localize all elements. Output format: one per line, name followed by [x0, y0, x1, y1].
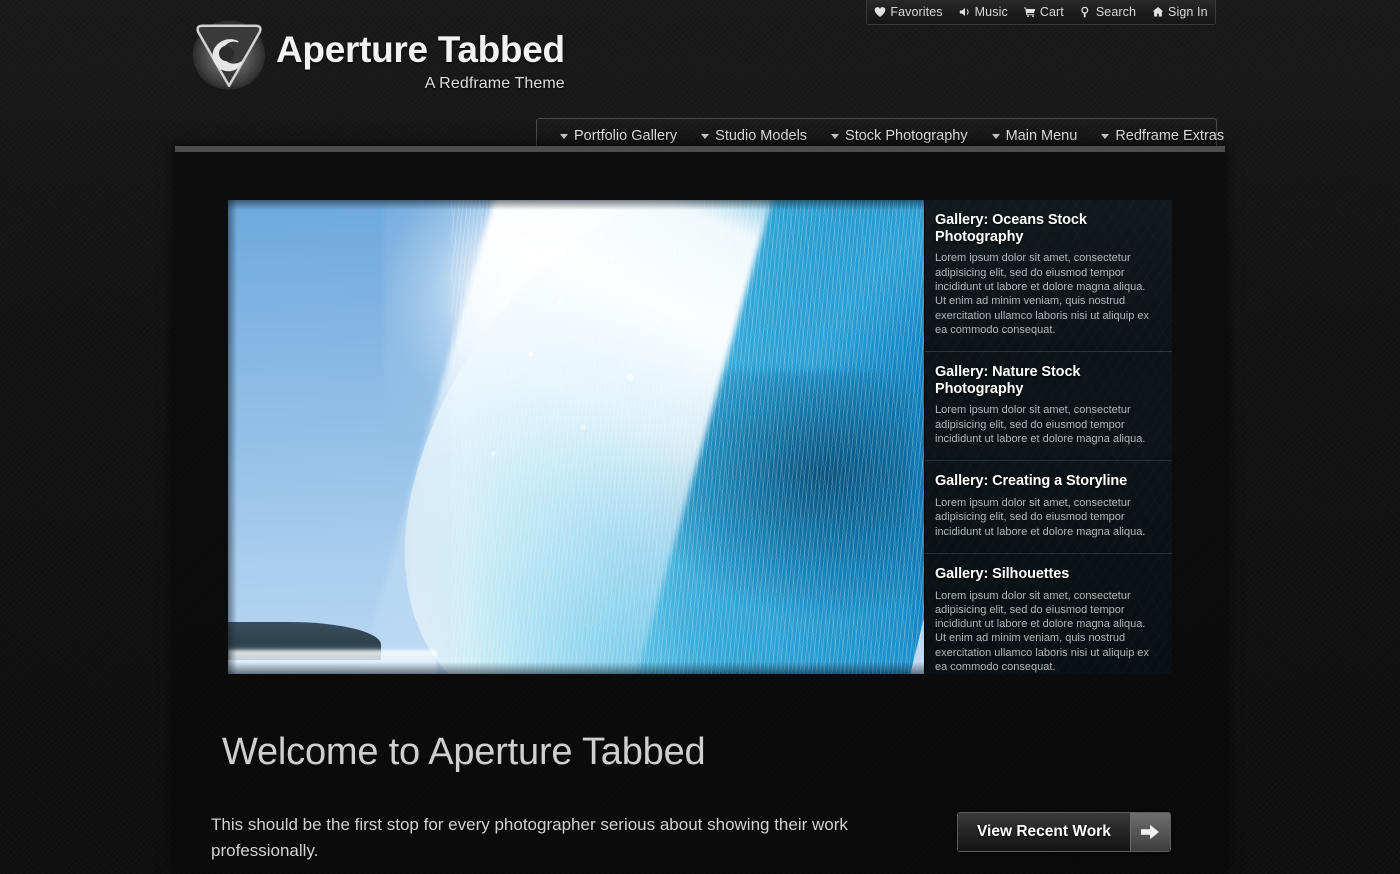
nav-item-label: Main Menu	[1005, 128, 1078, 144]
logo-subtitle: A Redframe Theme	[424, 75, 565, 92]
speaker-icon	[959, 6, 971, 18]
shoreline-foam	[228, 650, 437, 674]
nav-item-label: Portfolio Gallery	[574, 128, 678, 144]
chevron-down-icon	[560, 133, 568, 139]
utility-item-favorites[interactable]: Favorites	[874, 4, 943, 19]
slider-panel-description: Lorem ipsum dolor sit amet, consectetur …	[935, 252, 1149, 336]
slider-panel-title: Gallery: Oceans Stock Photography	[935, 212, 1087, 245]
slider-featured-image[interactable]: Large blue ocean wave cresting with sun …	[228, 200, 924, 674]
slider-panel-item[interactable]: Gallery: Silhouettes Lorem ipsum dolor s…	[925, 554, 1172, 674]
chevron-down-icon	[831, 133, 840, 139]
arrow-right-icon	[1129, 812, 1170, 851]
welcome-section: Welcome to Aperture Tabbed This should b…	[211, 731, 1191, 865]
slider-panel-title: Gallery: Silhouettes	[935, 565, 1070, 582]
aperture-logo-icon	[190, 18, 268, 92]
slider-panel-item[interactable]: Gallery: Nature Stock Photography Lorem …	[925, 352, 1172, 462]
welcome-body-text: This should be the first stop for every …	[211, 814, 848, 861]
magnifier-icon	[1080, 6, 1092, 18]
welcome-body-row: This should be the first stop for every …	[211, 811, 1191, 865]
slider-panel-item[interactable]: Gallery: Oceans Stock Photography Lorem …	[925, 200, 1172, 353]
slider-panel-title: Gallery: Nature Stock Photography	[935, 364, 1081, 397]
nav-item-label: Studio Models	[715, 128, 808, 144]
view-recent-work-label: View Recent Work	[958, 812, 1130, 851]
utility-bar: Favorites Music Cart Search Sign In	[866, 0, 1216, 25]
nav-item-label: Redframe Extras	[1115, 128, 1225, 144]
view-recent-work-button[interactable]: View Recent Work	[957, 811, 1171, 852]
chevron-down-icon	[1101, 133, 1110, 139]
slider-caption-list: Gallery: Oceans Stock Photography Lorem …	[924, 200, 1172, 674]
utility-item-cart[interactable]: Cart	[1023, 4, 1064, 19]
utility-item-sign-in[interactable]: Sign In	[1152, 6, 1208, 19]
sea-foam-speckles	[464, 228, 702, 561]
page-content-container: Large blue ocean wave cresting with sun …	[175, 146, 1225, 874]
nav-item-label: Stock Photography	[845, 128, 968, 144]
site-logo[interactable]: Aperture Tabbed A Redframe Theme	[190, 18, 565, 93]
ocean-wave-photo	[228, 200, 924, 674]
utility-item-music[interactable]: Music	[959, 6, 1008, 19]
utility-item-label: Music	[974, 4, 1008, 19]
utility-item-label: Search	[1095, 4, 1137, 19]
slider-panel-title: Gallery: Creating a Storyline	[935, 473, 1128, 490]
utility-item-search[interactable]: Search	[1080, 6, 1136, 19]
heart-icon	[874, 6, 886, 18]
shopping-cart-icon	[1023, 6, 1036, 18]
home-icon	[1152, 6, 1164, 18]
slider-panel-description: Lorem ipsum dolor sit amet, consectetur …	[935, 404, 1146, 446]
logo-title: Aperture Tabbed	[276, 29, 565, 70]
utility-item-label: Sign In	[1168, 4, 1208, 19]
chevron-down-icon	[991, 133, 1000, 139]
slider-panel-description: Lorem ipsum dolor sit amet, consectetur …	[935, 497, 1146, 538]
slider-panel-item[interactable]: Gallery: Creating a Storyline Lorem ipsu…	[925, 461, 1172, 554]
featured-slider: Large blue ocean wave cresting with sun …	[228, 200, 1172, 674]
page-title: Welcome to Aperture Tabbed	[222, 731, 706, 773]
chevron-down-icon	[701, 133, 710, 139]
slider-panel-description: Lorem ipsum dolor sit amet, consectetur …	[935, 589, 1149, 674]
utility-item-label: Cart	[1039, 4, 1064, 19]
utility-item-label: Favorites	[890, 4, 943, 19]
